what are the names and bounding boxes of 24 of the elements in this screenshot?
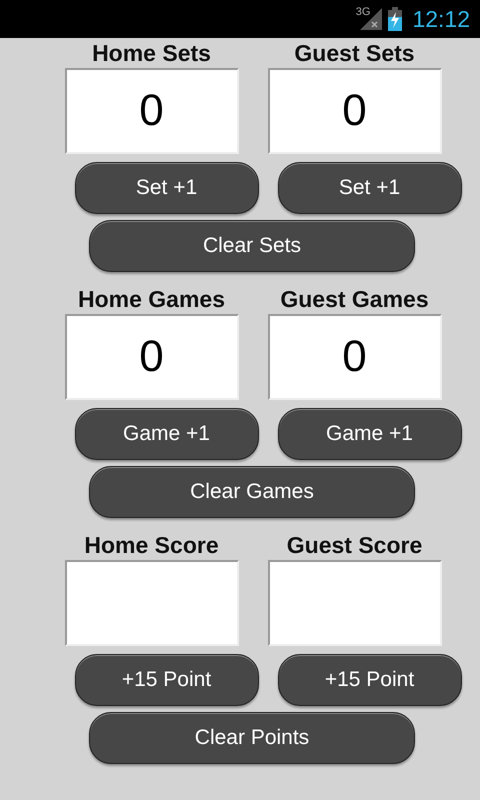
clear-button[interactable]: Clear Games (89, 466, 415, 518)
home-value-box[interactable]: 0 (64, 68, 238, 154)
clear-button[interactable]: Clear Sets (89, 220, 415, 272)
guest-label: Guest Sets (294, 39, 415, 68)
home-label: Home Score (84, 531, 219, 560)
clock: 12:12 (412, 6, 470, 32)
home-increment-button[interactable]: Set +1 (74, 162, 258, 214)
guest-value-box[interactable]: 0 (268, 68, 442, 154)
home-value-box[interactable]: 0 (64, 314, 238, 400)
clear-button[interactable]: Clear Points (89, 712, 415, 764)
guest-value-box[interactable] (268, 560, 442, 646)
home-increment-button[interactable]: Game +1 (74, 408, 258, 460)
guest-label: Guest Games (280, 285, 429, 314)
guest-label: Guest Score (286, 531, 422, 560)
home-label: Home Sets (92, 39, 211, 68)
home-label: Home Games (78, 285, 225, 314)
guest-increment-button[interactable]: Game +1 (278, 408, 462, 460)
home-increment-button[interactable]: +15 Point (74, 654, 258, 706)
battery-charging-icon (388, 7, 402, 31)
home-value-box[interactable] (64, 560, 238, 646)
guest-increment-button[interactable]: +15 Point (278, 654, 462, 706)
network-type: 3G (356, 6, 370, 18)
guest-value-box[interactable]: 0 (268, 314, 442, 400)
guest-increment-button[interactable]: Set +1 (278, 162, 462, 214)
